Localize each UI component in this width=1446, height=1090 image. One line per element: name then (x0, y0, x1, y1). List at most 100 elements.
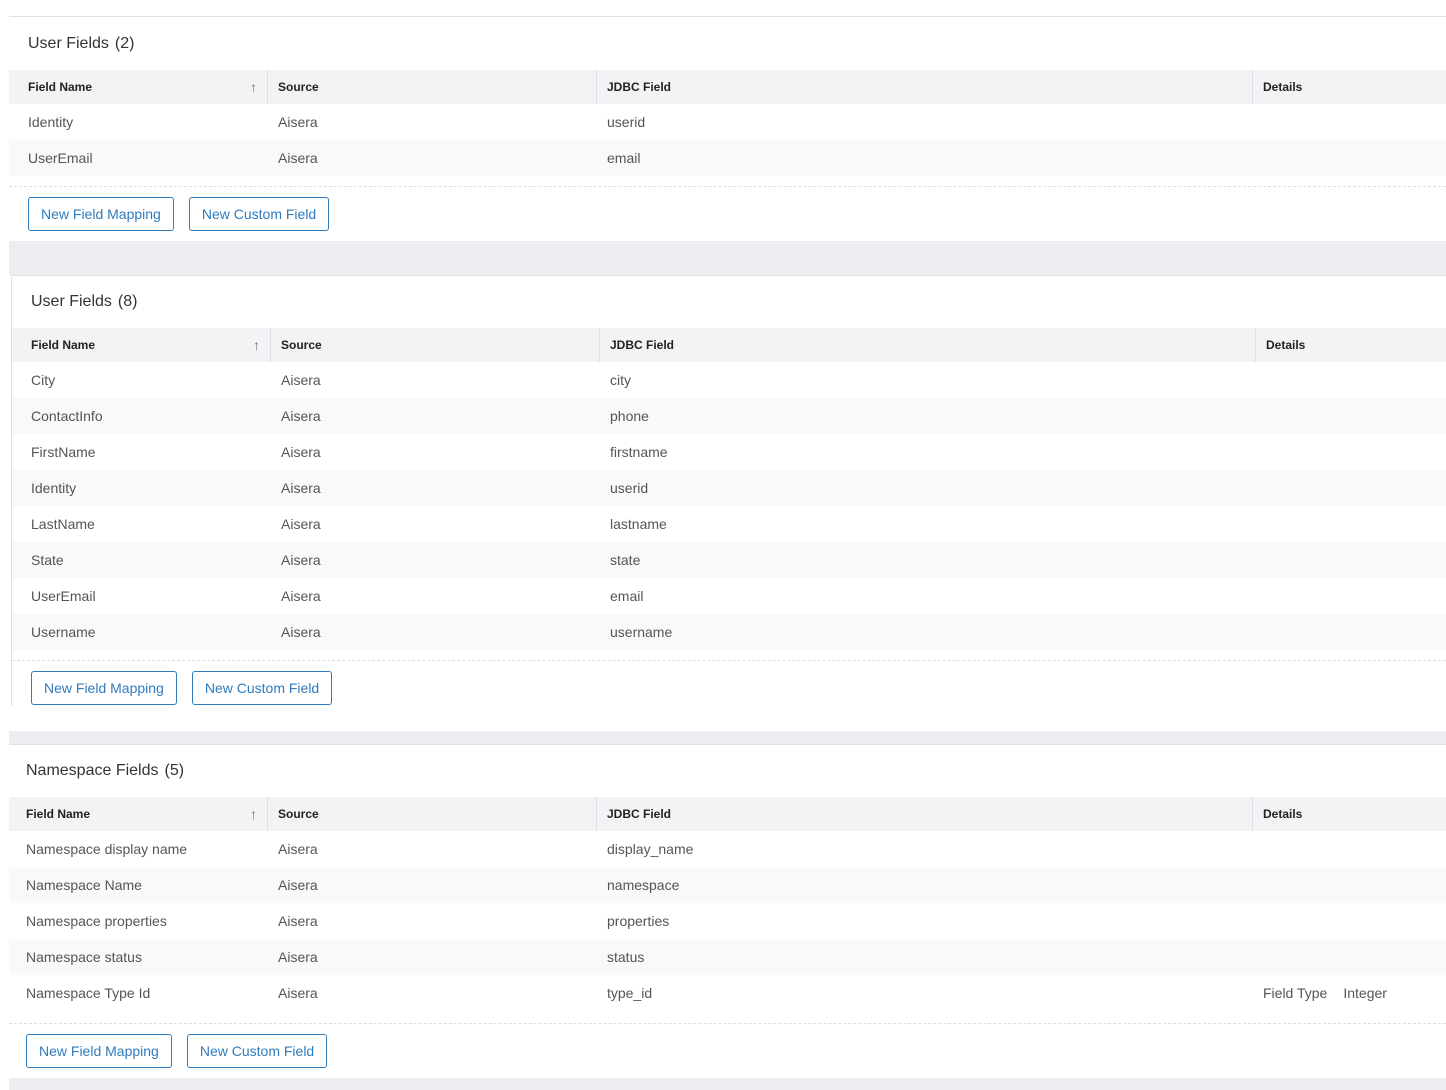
cell-jdbc-field: phone (610, 408, 649, 424)
section-title: Namespace Fields (5) (9, 745, 1446, 797)
details-key: Field Type (1263, 985, 1328, 1001)
table-row[interactable]: ContactInfo Aisera phone (12, 398, 1446, 434)
column-header-details[interactable]: Details (1252, 70, 1446, 104)
new-field-mapping-button[interactable]: New Field Mapping (28, 197, 174, 231)
cell-details: Field Type Integer (1252, 975, 1446, 1011)
column-header-field-name[interactable]: Field Name ↑ (9, 797, 267, 831)
arrow-up-icon[interactable]: ↑ (250, 70, 257, 104)
grid-body: Identity Aisera userid UserEmail Aisera … (9, 104, 1446, 176)
cell-jdbc-field: username (610, 624, 673, 640)
cell-details (1252, 867, 1446, 903)
table-row[interactable]: Namespace status Aisera status (9, 939, 1446, 975)
table-row[interactable]: Namespace properties Aisera properties (9, 903, 1446, 939)
table-row[interactable]: UserEmail Aisera email (9, 140, 1446, 176)
cell-source: Aisera (281, 516, 321, 532)
new-field-mapping-button[interactable]: New Field Mapping (26, 1034, 172, 1068)
column-header-field-name[interactable]: Field Name ↑ (12, 328, 270, 362)
cell-details (1255, 542, 1446, 578)
column-header-details[interactable]: Details (1252, 797, 1446, 831)
arrow-up-icon[interactable]: ↑ (250, 797, 257, 831)
column-header-details[interactable]: Details (1255, 328, 1446, 362)
cell-details (1255, 578, 1446, 614)
table-row[interactable]: Namespace display name Aisera display_na… (9, 831, 1446, 867)
cell-jdbc-field: email (607, 150, 641, 166)
cell-field-name: UserEmail (31, 588, 96, 604)
cell-details (1255, 398, 1446, 434)
cell-jdbc-field: email (610, 588, 644, 604)
table-row[interactable]: Identity Aisera userid (12, 470, 1446, 506)
table-row[interactable]: UserEmail Aisera email (12, 578, 1446, 614)
cell-jdbc-field: state (610, 552, 641, 568)
cell-source: Aisera (278, 150, 318, 166)
table-row[interactable]: Username Aisera username (12, 614, 1446, 650)
cell-jdbc-field: userid (607, 114, 646, 130)
grid-header: Field Name ↑ Source JDBC Field Details (12, 328, 1446, 362)
cell-source: Aisera (281, 408, 321, 424)
cell-field-name: UserEmail (28, 150, 93, 166)
table-row[interactable]: Identity Aisera userid (9, 104, 1446, 140)
cell-field-name: Namespace Name (26, 877, 142, 893)
cell-field-name: Identity (28, 114, 74, 130)
cell-details (1255, 362, 1446, 398)
details-value: Integer (1343, 985, 1387, 1001)
table-row[interactable]: City Aisera city (12, 362, 1446, 398)
cell-details (1252, 939, 1446, 975)
cell-details (1255, 470, 1446, 506)
cell-details (1255, 614, 1446, 650)
cell-jdbc-field: properties (607, 913, 670, 929)
new-custom-field-button[interactable]: New Custom Field (188, 197, 330, 231)
cell-field-name: Namespace status (26, 949, 142, 965)
cell-source: Aisera (281, 480, 321, 496)
cell-jdbc-field: display_name (607, 841, 694, 857)
fields-grid: Field Name ↑ Source JDBC Field Details C… (12, 328, 1446, 650)
arrow-up-icon[interactable]: ↑ (253, 328, 260, 362)
grid-header: Field Name ↑ Source JDBC Field Details (9, 70, 1446, 104)
cell-details (1252, 831, 1446, 867)
table-row[interactable]: State Aisera state (12, 542, 1446, 578)
cell-field-name: Identity (31, 480, 77, 496)
cell-field-name: City (31, 372, 56, 388)
cell-source: Aisera (278, 114, 318, 130)
section-title: User Fields (2) (9, 17, 1446, 70)
new-custom-field-button[interactable]: New Custom Field (191, 671, 333, 705)
column-header-jdbc-field[interactable]: JDBC Field (599, 328, 1255, 362)
column-header-jdbc-field[interactable]: JDBC Field (596, 797, 1252, 831)
section-title: User Fields (8) (12, 276, 1446, 328)
cell-source: Aisera (278, 985, 318, 1001)
section-separator (9, 241, 1446, 275)
section-actions: New Field Mapping New Custom Field (9, 1023, 1446, 1079)
table-row[interactable]: FirstName Aisera firstname (12, 434, 1446, 470)
cell-details (1252, 140, 1446, 176)
cell-details (1252, 903, 1446, 939)
column-header-jdbc-field[interactable]: JDBC Field (596, 70, 1252, 104)
cell-jdbc-field: firstname (610, 444, 668, 460)
column-header-field-name[interactable]: Field Name ↑ (9, 70, 267, 104)
cell-field-name: Namespace Type Id (26, 985, 151, 1001)
cell-field-name: Namespace display name (26, 841, 188, 857)
cell-jdbc-field: lastname (610, 516, 667, 532)
cell-jdbc-field: city (610, 372, 631, 388)
cell-source: Aisera (281, 624, 321, 640)
section-title-text: User Fields (28, 35, 109, 52)
table-row[interactable]: LastName Aisera lastname (12, 506, 1446, 542)
cell-jdbc-field: status (607, 949, 645, 965)
cell-source: Aisera (281, 552, 321, 568)
cell-field-name: LastName (31, 516, 95, 532)
new-custom-field-button[interactable]: New Custom Field (186, 1034, 328, 1068)
new-field-mapping-button[interactable]: New Field Mapping (31, 671, 177, 705)
cell-jdbc-field: userid (610, 480, 649, 496)
cell-jdbc-field: type_id (607, 985, 653, 1001)
cell-field-name: FirstName (31, 444, 96, 460)
user-fields-section: User Fields (8) Field Name ↑ Source JDBC … (11, 275, 1446, 706)
column-header-source[interactable]: Source (267, 70, 596, 104)
section-actions: New Field Mapping New Custom Field (12, 660, 1446, 716)
column-header-source[interactable]: Source (270, 328, 599, 362)
table-row[interactable]: Namespace Name Aisera namespace (9, 867, 1446, 903)
section-count: (5) (164, 762, 185, 779)
table-row[interactable]: Namespace Type Id Aisera type_id Field T… (9, 975, 1446, 1011)
namespace-fields-section: Namespace Fields (5) Field Name ↑ Source … (9, 744, 1446, 1078)
column-header-source[interactable]: Source (267, 797, 596, 831)
cell-jdbc-field: namespace (607, 877, 680, 893)
grid-body: Namespace display name Aisera display_na… (9, 831, 1446, 1011)
cell-source: Aisera (278, 913, 318, 929)
